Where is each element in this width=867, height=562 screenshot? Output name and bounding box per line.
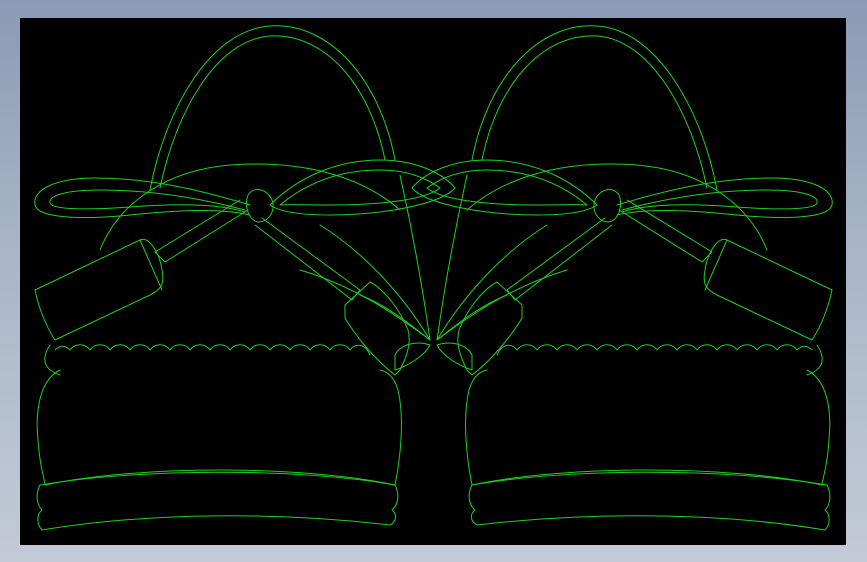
right-scallop-edge (496, 344, 813, 356)
right-upper-back (466, 163, 768, 251)
right-sole-side-left (824, 484, 831, 531)
left-toe-cap (394, 342, 431, 371)
left-center-loop-inner (279, 169, 441, 206)
right-fan-3 (436, 269, 568, 341)
left-sole-side-left (36, 484, 43, 531)
right-shoe (411, 25, 833, 531)
left-lace-strap-center (254, 217, 361, 301)
left-bow-loop-outer (34, 177, 251, 218)
right-toe-box (465, 369, 831, 486)
left-upper-back (99, 163, 401, 251)
right-fan-4 (436, 294, 508, 341)
left-knot (245, 189, 274, 223)
right-knot (593, 189, 622, 223)
right-sole-top (471, 471, 828, 486)
left-sole-top (39, 471, 396, 486)
right-bow-loop-outer (616, 177, 833, 218)
left-scallop-edge (54, 344, 371, 356)
left-heel-loop-inner (159, 35, 386, 189)
right-aglet (703, 239, 833, 341)
right-sole-bottom (476, 515, 826, 531)
left-aglet-band (139, 239, 163, 291)
right-bow-loop-inner (621, 189, 818, 213)
right-center-loop-inner (426, 169, 588, 206)
left-aglet (34, 239, 164, 341)
left-sole-bottom (41, 515, 391, 531)
left-sole-side-right (389, 484, 399, 526)
left-side-edge (44, 344, 61, 376)
left-fan-3 (299, 269, 431, 341)
right-aglet-band (704, 239, 728, 291)
right-side-edge (806, 344, 823, 376)
left-toe-box (36, 369, 402, 486)
left-fan-4 (359, 294, 431, 341)
left-shoe (34, 25, 456, 531)
right-heel-loop-inner (481, 35, 708, 189)
right-lace-strap-center (506, 217, 613, 301)
left-bow-loop-inner (49, 189, 246, 213)
shoe-pair-drawing (34, 25, 833, 531)
right-toe-cap (436, 342, 473, 371)
right-sole-side-right (468, 484, 478, 526)
